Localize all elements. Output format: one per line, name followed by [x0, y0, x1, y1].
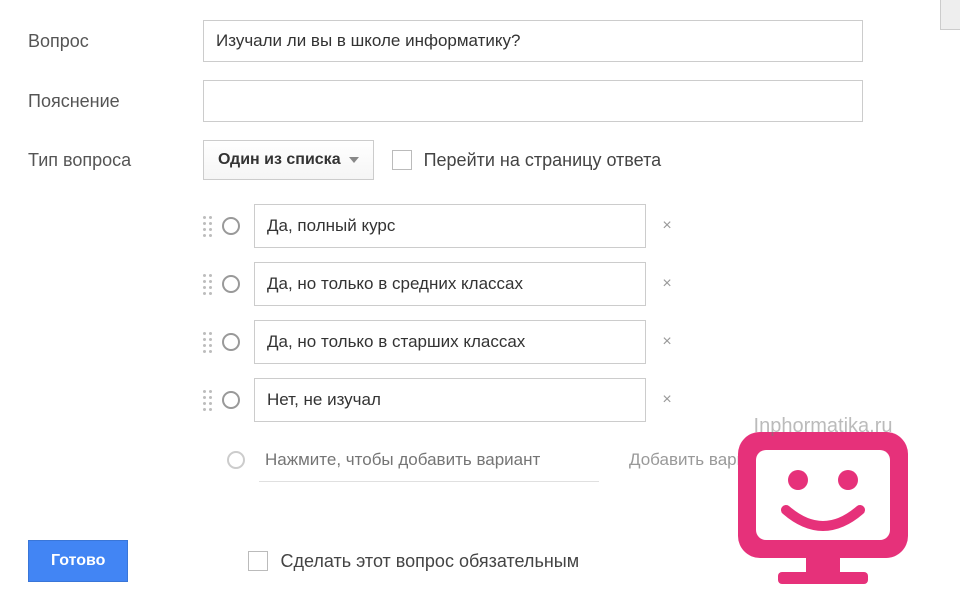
remove-option-button[interactable]: ×: [652, 333, 682, 351]
drag-handle-icon[interactable]: [203, 332, 212, 353]
required-label: Сделать этот вопрос обязательным: [280, 551, 579, 572]
remove-option-button[interactable]: ×: [652, 217, 682, 235]
option-input[interactable]: [254, 262, 646, 306]
radio-icon: [222, 217, 240, 235]
checkbox-box-icon: [248, 551, 268, 571]
drag-handle-icon[interactable]: [203, 274, 212, 295]
description-label: Пояснение: [28, 91, 203, 112]
option-input[interactable]: [254, 320, 646, 364]
corner-tab[interactable]: [940, 0, 960, 30]
option-row: ×: [203, 320, 883, 364]
go-to-page-checkbox[interactable]: Перейти на страницу ответа: [392, 150, 662, 171]
remove-option-button[interactable]: ×: [652, 275, 682, 293]
option-row: ×: [203, 262, 883, 306]
question-input[interactable]: [203, 20, 863, 62]
drag-handle-icon[interactable]: [203, 216, 212, 237]
checkbox-box-icon: [392, 150, 412, 170]
radio-icon: [222, 391, 240, 409]
type-label: Тип вопроса: [28, 150, 203, 171]
description-input[interactable]: [203, 80, 863, 122]
dropdown-selected-text: Один из списка: [218, 151, 341, 169]
done-button[interactable]: Готово: [28, 540, 128, 582]
option-input[interactable]: [254, 378, 646, 422]
add-other-link[interactable]: Добавить вариант "Другое": [629, 450, 844, 470]
question-type-dropdown[interactable]: Один из списка: [203, 140, 374, 180]
radio-icon: [222, 333, 240, 351]
radio-disabled-icon: [227, 451, 245, 469]
option-row: ×: [203, 204, 883, 248]
add-option-input[interactable]: [259, 438, 599, 482]
add-option-row: Добавить вариант "Другое": [227, 438, 883, 482]
go-to-page-label: Перейти на страницу ответа: [424, 150, 662, 171]
option-row: ×: [203, 378, 883, 422]
remove-option-button[interactable]: ×: [652, 391, 682, 409]
drag-handle-icon[interactable]: [203, 390, 212, 411]
radio-icon: [222, 275, 240, 293]
options-list: × × × ×: [203, 204, 883, 482]
required-checkbox[interactable]: Сделать этот вопрос обязательным: [248, 551, 579, 572]
footer: Готово Сделать этот вопрос обязательным: [28, 540, 932, 582]
question-label: Вопрос: [28, 31, 203, 52]
question-editor: Вопрос Пояснение Тип вопроса Один из спи…: [0, 0, 960, 502]
option-input[interactable]: [254, 204, 646, 248]
chevron-down-icon: [349, 157, 359, 163]
